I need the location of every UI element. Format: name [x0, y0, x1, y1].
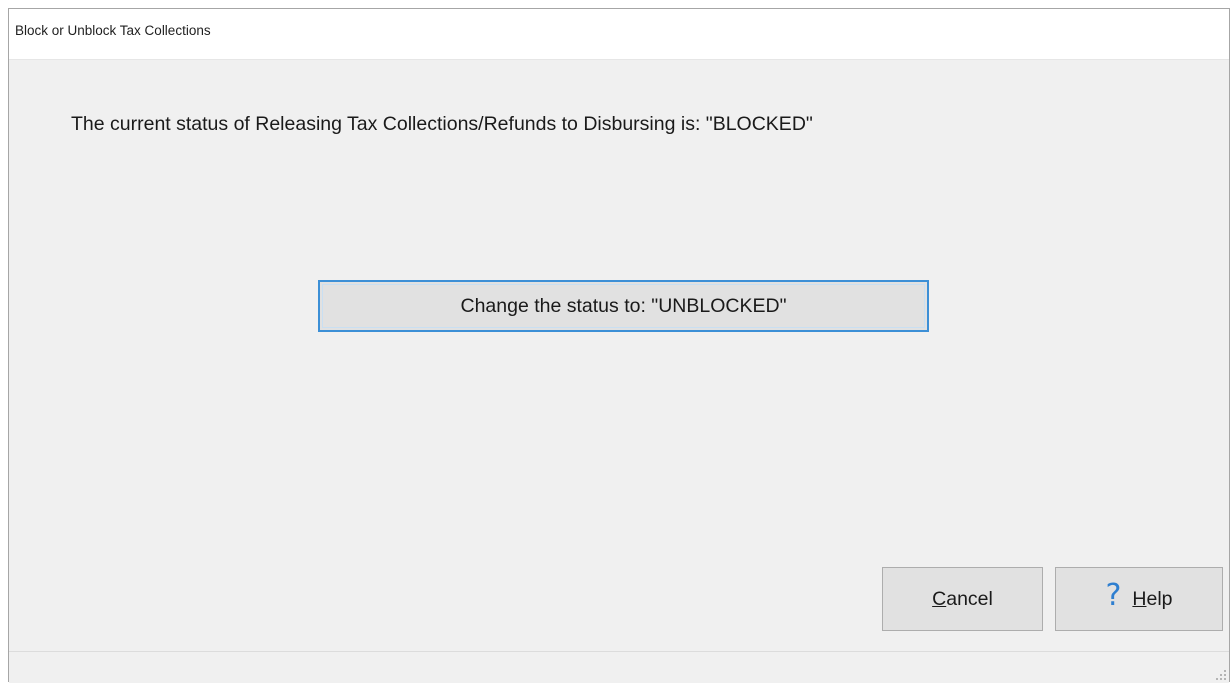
help-accelerator-key: H: [1132, 587, 1147, 610]
help-button[interactable]: ? Help: [1055, 567, 1223, 631]
status-message: The current status of Releasing Tax Coll…: [71, 113, 813, 135]
resize-grip-icon[interactable]: [1215, 669, 1227, 681]
window-title: Block or Unblock Tax Collections: [15, 23, 211, 38]
help-label-rest: elp: [1146, 587, 1173, 610]
dialog-window: Block or Unblock Tax Collections The cur…: [8, 8, 1230, 683]
change-status-button[interactable]: Change the status to: "UNBLOCKED": [318, 280, 929, 332]
question-mark-icon: ?: [1105, 578, 1122, 613]
title-bar: Block or Unblock Tax Collections: [9, 9, 1229, 60]
status-bar: [9, 651, 1229, 683]
cancel-button[interactable]: Cancel: [882, 567, 1043, 631]
cancel-accelerator-key: C: [932, 587, 947, 610]
change-status-button-label: Change the status to: "UNBLOCKED": [460, 294, 787, 317]
cancel-label-rest: ancel: [946, 587, 993, 610]
